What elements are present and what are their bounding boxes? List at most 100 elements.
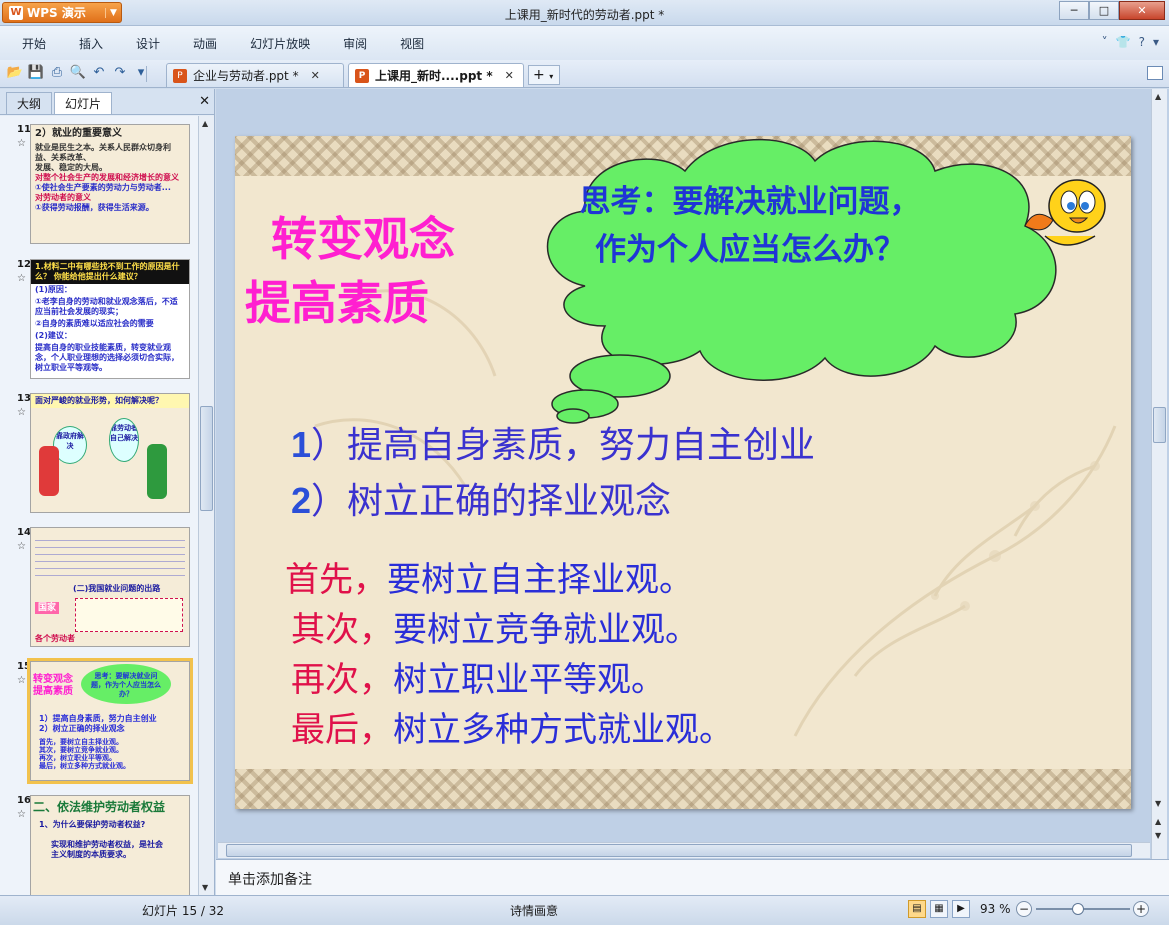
- scroll-up-icon[interactable]: ▲: [1155, 92, 1161, 101]
- prev-slide-icon[interactable]: ▲: [1155, 817, 1161, 826]
- menu-insert[interactable]: 插入: [79, 35, 103, 52]
- close-button[interactable]: ✕: [1119, 1, 1165, 20]
- slideshow-icon[interactable]: ▶: [952, 900, 970, 918]
- thumb-number: 14: [17, 527, 31, 538]
- thumb-line: 2）树立正确的择业观念: [39, 724, 125, 733]
- thumb-line: (1)原因：: [35, 285, 72, 294]
- vertical-scrollbar[interactable]: ▲ ▼ ▲ ▼: [1151, 89, 1167, 859]
- menu-animation[interactable]: 动画: [193, 35, 217, 52]
- status-bar: 幻灯片 15 / 32 诗情画意 ▤ ▦ ▶ 93 % − +: [0, 895, 1169, 925]
- current-slide[interactable]: 转变观念 提高素质 思考：要解决就业问题，作为个人应当怎么办？ 1）提高自身素质…: [235, 136, 1131, 809]
- step-2: 其次，要树立竞争就业观。: [291, 602, 699, 651]
- menu-slideshow[interactable]: 幻灯片放映: [250, 35, 310, 52]
- star-icon: ☆: [17, 407, 26, 418]
- slides-panel: 大纲 幻灯片 ✕ 11 ☆ 2）就业的重要意义 就业是民生之本。关系人民群众切身…: [0, 89, 215, 895]
- thumb-line: 实现和维护劳动者权益，是社会主义制度的本质要求。: [51, 840, 163, 859]
- menu-view[interactable]: 视图: [400, 35, 424, 52]
- slide-thumb-16[interactable]: 二、依法维护劳动者权益 1、为什么要保护劳动者权益? 实现和维护劳动者权益，是社…: [30, 795, 190, 895]
- maximize-button[interactable]: □: [1089, 1, 1119, 20]
- theme-name: 诗情画意: [510, 904, 559, 918]
- step-key: 其次，: [291, 610, 393, 650]
- slide-title-line2: 提高素质: [245, 276, 429, 330]
- menu-home[interactable]: 开始: [22, 35, 46, 52]
- new-tab-button[interactable]: + ▾: [528, 65, 560, 85]
- next-slide-icon[interactable]: ▼: [1155, 831, 1161, 840]
- step-text: 要树立竞争就业观。: [393, 610, 699, 650]
- close-panel-icon[interactable]: ✕: [199, 94, 210, 109]
- thumb-line: 再次，树立职业平等观。: [39, 754, 116, 762]
- notes-placeholder: 单击添加备注: [228, 872, 312, 888]
- thumb-line: 对整个社会生产的发展和经济增长的意义: [35, 173, 179, 182]
- zoom-out-button[interactable]: −: [1016, 901, 1032, 917]
- slide-thumb-14[interactable]: (二)我国就业问题的出路 国家 各个劳动者: [30, 527, 190, 647]
- window-title: 上课用_新时代的劳动者.ppt *: [504, 8, 665, 22]
- step-1: 首先，要树立自主择业观。: [285, 552, 693, 601]
- scroll-up-icon[interactable]: ▲: [202, 119, 208, 128]
- thumb-number: 15: [17, 661, 31, 672]
- chevron-down-icon[interactable]: ▾: [1153, 35, 1159, 49]
- slide-thumb-12[interactable]: 1.材料二中有哪些找不到工作的原因是什么？ 你能给他提出什么建议？ (1)原因：…: [30, 259, 190, 379]
- thumbnail-list: 11 ☆ 2）就业的重要意义 就业是民生之本。关系人民群众切身利益、关系改革、 …: [0, 116, 198, 895]
- window-layout-icon[interactable]: [1147, 66, 1163, 80]
- print-preview-icon[interactable]: 🔍: [69, 64, 87, 82]
- horizontal-scrollbar[interactable]: [218, 842, 1150, 858]
- star-icon: ☆: [17, 541, 26, 552]
- step-text: 要树立自主择业观。: [387, 560, 693, 600]
- menu-design[interactable]: 设计: [136, 35, 160, 52]
- scrollbar-thumb[interactable]: [200, 406, 213, 511]
- customize-toolbar-icon[interactable]: ▾: [132, 64, 150, 82]
- tab-slides[interactable]: 幻灯片: [54, 92, 113, 114]
- slide-counter: 幻灯片 15 / 32: [142, 904, 225, 918]
- skin-icon[interactable]: 👕: [1116, 35, 1131, 49]
- doc-tab-1[interactable]: P 企业与劳动者.ppt * ✕: [166, 63, 344, 87]
- tab-outline[interactable]: 大纲: [6, 92, 53, 114]
- window-controls: ─ □ ✕: [1059, 1, 1165, 20]
- slide-sorter-icon[interactable]: ▦: [930, 900, 948, 918]
- point-1: 1）提高自身素质，努力自主创业: [291, 416, 815, 468]
- thumb-text-lines: [35, 534, 185, 582]
- thumb-line: 就业是民生之本。关系人民群众切身利益、关系改革、: [35, 143, 171, 162]
- print-icon[interactable]: ⎙: [48, 64, 66, 82]
- scrollbar-thumb[interactable]: [226, 844, 1132, 857]
- scrollbar-thumb[interactable]: [1153, 407, 1166, 443]
- thumb-line: 各个劳动者: [35, 634, 75, 643]
- zoom-slider-knob[interactable]: [1072, 903, 1084, 915]
- close-tab-icon[interactable]: ✕: [311, 69, 320, 82]
- ppt-file-icon: P: [355, 68, 369, 83]
- normal-view-icon[interactable]: ▤: [908, 900, 926, 918]
- slide-thumb-11[interactable]: 2）就业的重要意义 就业是民生之本。关系人民群众切身利益、关系改革、 发展、稳定…: [30, 124, 190, 244]
- scroll-down-icon[interactable]: ▼: [202, 883, 208, 892]
- step-4: 最后，树立多种方式就业观。: [291, 702, 733, 751]
- thumb-line: 1）提高自身素质，努力自主创业: [39, 714, 157, 723]
- panel-scrollbar[interactable]: ▲ ▼: [198, 116, 214, 895]
- thumb-line: 国家: [35, 602, 60, 614]
- star-icon: ☆: [17, 273, 26, 284]
- scroll-down-icon[interactable]: ▼: [1155, 799, 1161, 808]
- save-icon[interactable]: 💾: [27, 64, 45, 82]
- panel-tabs: 大纲 幻灯片: [0, 89, 214, 115]
- menu-review[interactable]: 审阅: [343, 35, 367, 52]
- notes-pane[interactable]: 单击添加备注: [216, 859, 1169, 895]
- doc-tab-2[interactable]: P 上课用_新时....ppt * ✕: [348, 63, 524, 87]
- redo-icon[interactable]: ↷: [111, 64, 129, 82]
- thumb-line: 发展、稳定的大局。: [35, 163, 107, 172]
- star-icon: ☆: [17, 675, 26, 686]
- step-3: 再次，树立职业平等观。: [291, 652, 665, 701]
- thumb-title: 1.材料二中有哪些找不到工作的原因是什么？ 你能给他提出什么建议？: [31, 260, 189, 284]
- minimize-button[interactable]: ─: [1059, 1, 1089, 20]
- thumb-line: 其次，要树立竞争就业观。: [39, 746, 123, 754]
- chevron-down-icon[interactable]: ˅: [1102, 35, 1108, 49]
- thought-text: 思考：要解决就业问题，作为个人应当怎么办？: [579, 184, 921, 268]
- help-icon[interactable]: ?: [1139, 35, 1145, 49]
- close-tab-icon[interactable]: ✕: [505, 69, 514, 82]
- cartoon-figure-icon: [147, 444, 167, 499]
- slide-thumb-15[interactable]: 转变观念 提高素质 思考：要解决就业问题，作为个人应当怎么办？ 1）提高自身素质…: [27, 658, 193, 784]
- star-icon: ☆: [17, 809, 26, 820]
- undo-icon[interactable]: ↶: [90, 64, 108, 82]
- thumb-line: ②自身的素质难以适应社会的需要: [35, 319, 154, 328]
- open-folder-icon[interactable]: 📂: [6, 64, 24, 82]
- quick-access-toolbar: 📂 💾 ⎙ 🔍 ↶ ↷ ▾ P 企业与劳动者.ppt * ✕ P 上课用_新时.…: [0, 60, 1169, 88]
- point-text: ）提高自身素质，努力自主创业: [311, 425, 816, 466]
- slide-thumb-13[interactable]: 面对严峻的就业形势，如何解决呢？ 靠政府解决 靠劳动者自己解决: [30, 393, 190, 513]
- zoom-in-button[interactable]: +: [1133, 901, 1149, 917]
